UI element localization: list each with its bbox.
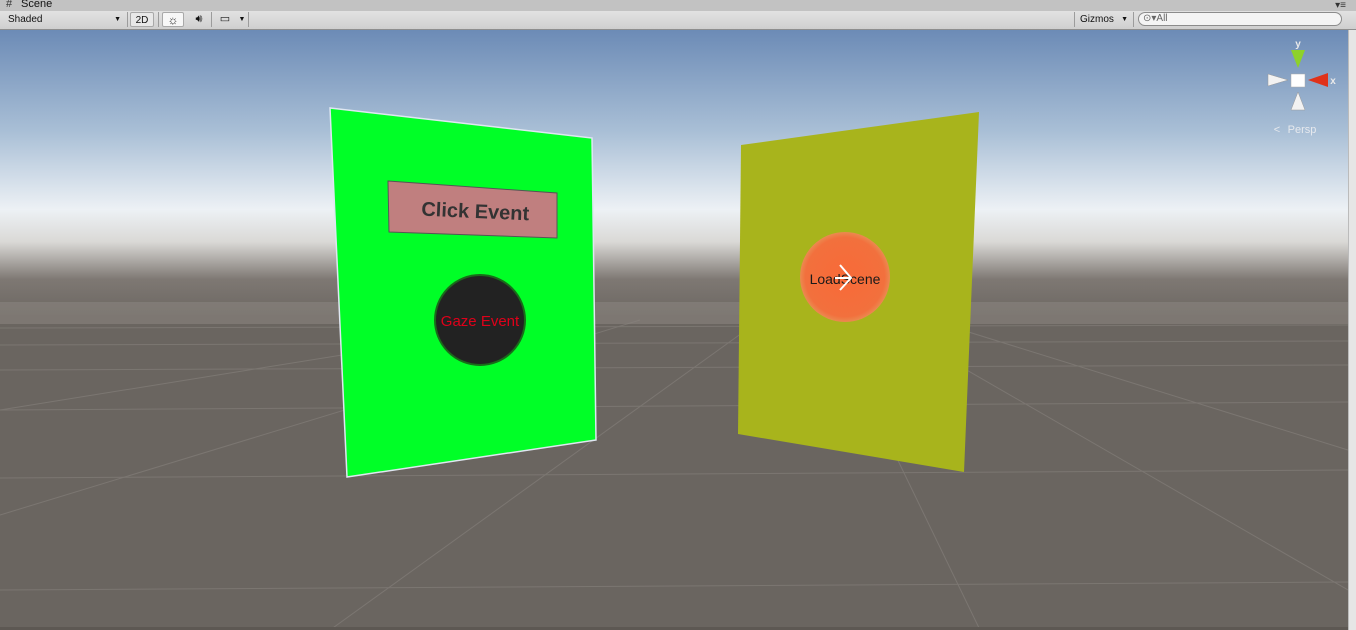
search-field[interactable]: ⊙▾All	[1138, 12, 1342, 26]
gizmo-center-cube[interactable]	[1290, 73, 1306, 88]
image-icon[interactable]: ▭	[214, 12, 236, 27]
y-axis-label: y	[1295, 39, 1301, 50]
search-icon: ⊙▾	[1143, 13, 1157, 24]
toolbar-divider	[248, 12, 249, 27]
gizmos-dropdown[interactable]: Gizmos ▼	[1078, 12, 1130, 27]
green-panel[interactable]: Click Event Gaze Event	[329, 107, 597, 478]
2d-toggle-button[interactable]: 2D	[130, 12, 154, 27]
vertical-scrollbar[interactable]	[1348, 30, 1356, 630]
gizmos-label: Gizmos	[1080, 14, 1114, 25]
sun-icon[interactable]: ☼	[162, 12, 184, 27]
toolbar-divider	[158, 12, 159, 27]
scene-toolbar: Shaded ▼ 2D ☼ 🔊︎ ▭ ▼ Gizmos ▼ ⊙▾All	[0, 11, 1356, 30]
speaker-icon[interactable]: 🔊︎	[188, 12, 210, 27]
gaze-event-label: Gaze Event	[441, 313, 520, 330]
toolbar-divider	[127, 12, 128, 27]
scene-hash-icon: #	[6, 0, 13, 10]
search-placeholder: All	[1156, 13, 1168, 24]
horizon-haze	[0, 302, 1348, 324]
shading-mode-label: Shaded	[8, 14, 43, 25]
yellow-panel[interactable]: LoadScene	[738, 112, 979, 472]
skybox	[0, 30, 1348, 320]
click-event-label: Click Event	[421, 199, 530, 226]
effects-dropdown-arrow-icon[interactable]: ▼	[237, 12, 247, 27]
toolbar-divider	[1133, 12, 1134, 27]
projection-label[interactable]: Persp	[1288, 124, 1317, 136]
dropdown-arrow-icon: ▼	[114, 16, 121, 23]
persp-chevron-icon: <	[1274, 124, 1280, 136]
dropdown-arrow-icon: ▼	[1121, 16, 1128, 23]
toolbar-divider	[211, 12, 212, 27]
shading-mode-dropdown[interactable]: Shaded ▼	[3, 12, 124, 27]
toolbar-divider	[1074, 12, 1075, 27]
panel-menu-icon[interactable]: ▾≡	[1335, 0, 1346, 11]
scene-tab[interactable]: Scene	[21, 0, 52, 10]
scene-viewport[interactable]: Click Event Gaze Event LoadScene y x < P…	[0, 30, 1348, 630]
x-axis-label: x	[1330, 76, 1336, 87]
